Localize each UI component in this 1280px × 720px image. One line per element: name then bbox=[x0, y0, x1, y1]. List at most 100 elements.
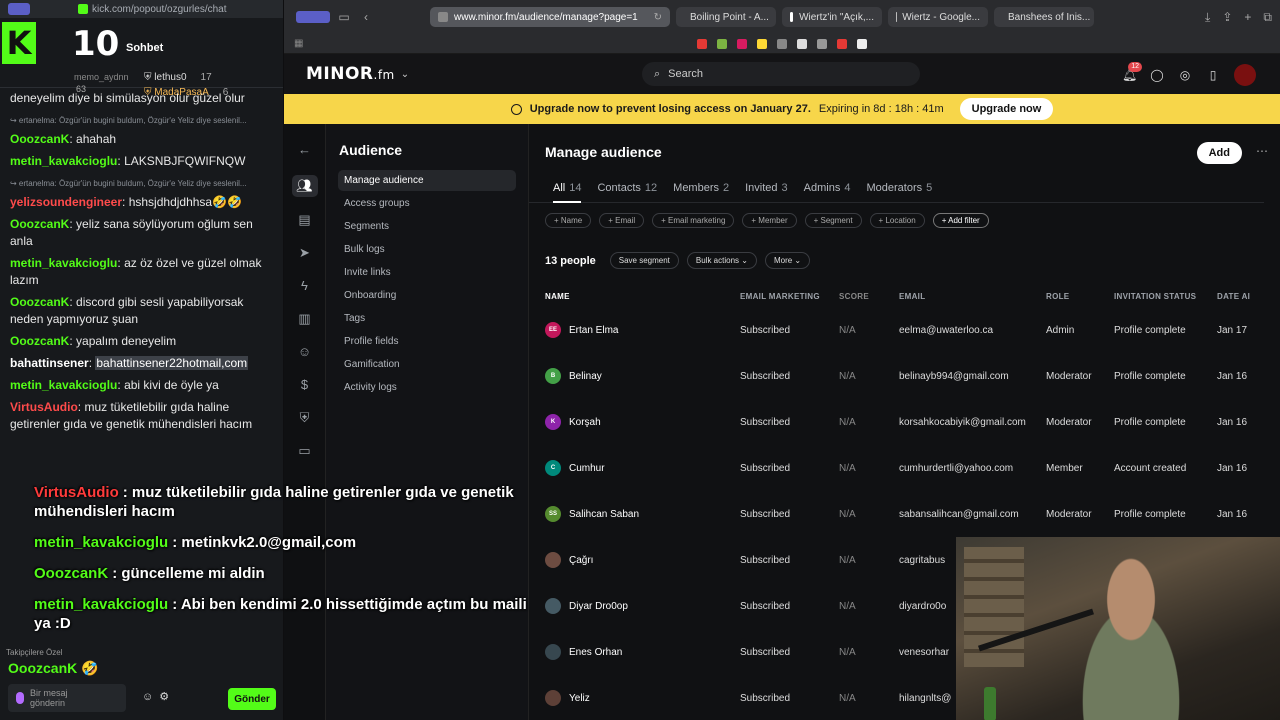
bolt-icon[interactable]: ϟ bbox=[297, 278, 313, 296]
tab-moderators[interactable]: Moderators 5 bbox=[866, 182, 932, 194]
bookmark-icon[interactable] bbox=[797, 38, 807, 49]
filter-chip[interactable]: + Add filter bbox=[932, 213, 989, 228]
person-name[interactable]: Çağrı bbox=[569, 555, 593, 566]
column-header[interactable]: SCORE bbox=[839, 292, 899, 301]
tab-active-url[interactable]: www.minor.fm/audience/manage?page=1 ↻ bbox=[430, 7, 670, 27]
add-button[interactable]: Add bbox=[1196, 142, 1242, 164]
subnav-item-invite-links[interactable]: Invite links bbox=[338, 262, 516, 283]
mic-icon[interactable] bbox=[16, 692, 24, 704]
tab-all[interactable]: All 14 bbox=[553, 182, 582, 203]
chat-username[interactable]: OoozcanK bbox=[10, 132, 69, 146]
person-name[interactable]: Cumhur bbox=[569, 463, 605, 474]
globe-icon[interactable] bbox=[777, 38, 787, 49]
tab-1[interactable]: Boiling Point - A... bbox=[676, 7, 776, 27]
save-segment-button[interactable]: Save segment bbox=[609, 252, 679, 269]
send-button[interactable]: Gönder bbox=[228, 688, 276, 710]
person-name[interactable]: Diyar Dro0op bbox=[569, 601, 628, 612]
column-header[interactable]: NAME bbox=[545, 292, 740, 301]
table-row[interactable]: SS Salihcan Saban Subscribed N/A sabansalihc… bbox=[545, 491, 1264, 537]
chat-username[interactable]: metin_kavakcioglu bbox=[10, 378, 117, 392]
filter-chip[interactable]: + Member bbox=[742, 213, 797, 228]
table-row[interactable]: EE Ertan Elma Subscribed N/A eelma@uwaterloo… bbox=[545, 307, 1264, 353]
table-row[interactable]: C Cumhur Subscribed N/A cumhurdertli@yahoo.c… bbox=[545, 445, 1264, 491]
dollar-icon[interactable]: $ bbox=[297, 377, 313, 395]
tab-3[interactable]: Wiertz - Google... bbox=[888, 7, 988, 27]
more-button[interactable]: More ⌄ bbox=[764, 252, 811, 269]
youtube-icon[interactable] bbox=[697, 38, 707, 49]
browser-actions[interactable]: ⤓ ⇪ + ⧉ bbox=[1205, 10, 1272, 25]
tab-contacts[interactable]: Contacts 12 bbox=[597, 182, 657, 194]
brand-logo[interactable]: MINOR.fm bbox=[306, 64, 395, 84]
tab-members[interactable]: Members 2 bbox=[673, 182, 729, 194]
message-icon[interactable]: ◎ bbox=[1178, 68, 1192, 82]
chat-username[interactable]: OoozcanK bbox=[10, 217, 69, 231]
back-icon[interactable]: ‹ bbox=[358, 10, 374, 24]
chat-input[interactable]: Bir mesaj gönderin bbox=[8, 684, 126, 712]
subnav-item-activity-logs[interactable]: Activity logs bbox=[338, 377, 516, 398]
new-tab-icon[interactable]: + bbox=[1244, 10, 1251, 25]
chat-icon[interactable]: ◯ bbox=[1150, 68, 1164, 82]
filter-chip[interactable]: + Email bbox=[599, 213, 645, 228]
subnav-item-onboarding[interactable]: Onboarding bbox=[338, 285, 516, 306]
chart-icon[interactable]: ▥ bbox=[297, 311, 313, 329]
subnav-item-gamification[interactable]: Gamification bbox=[338, 354, 516, 375]
chat-username[interactable]: metin_kavakcioglu bbox=[10, 256, 117, 270]
upgrade-now-button[interactable]: Upgrade now bbox=[959, 98, 1054, 120]
tab-invited[interactable]: Invited 3 bbox=[745, 182, 788, 194]
chat-username[interactable]: bahattinsener bbox=[10, 356, 89, 370]
shield-icon[interactable]: ⛨ bbox=[297, 410, 313, 428]
column-header[interactable]: ROLE bbox=[1046, 292, 1114, 301]
subnav-item-bulk-logs[interactable]: Bulk logs bbox=[338, 239, 516, 260]
column-header[interactable]: EMAIL bbox=[899, 292, 1046, 301]
bookmark-icon[interactable] bbox=[717, 38, 727, 49]
person-name[interactable]: Salihcan Saban bbox=[569, 509, 639, 520]
instagram-icon[interactable] bbox=[737, 38, 747, 49]
filter-chip[interactable]: + Name bbox=[545, 213, 592, 228]
column-header[interactable]: DATE AI bbox=[1217, 292, 1257, 301]
tabs-icon[interactable]: ⧉ bbox=[1263, 10, 1272, 25]
chevron-down-icon[interactable]: ⌄ bbox=[401, 69, 409, 80]
person-name[interactable]: Enes Orhan bbox=[569, 647, 622, 658]
avatar[interactable] bbox=[1234, 64, 1256, 86]
bulk-actions-button[interactable]: Bulk actions ⌄ bbox=[686, 252, 757, 269]
bell-icon[interactable]: 🔔︎ 12 bbox=[1122, 62, 1142, 82]
chat-username[interactable]: OoozcanK bbox=[10, 334, 69, 348]
send-icon[interactable]: ➤ bbox=[297, 245, 313, 263]
kick-url[interactable]: kick.com/popout/ozgurles/chat bbox=[78, 4, 227, 15]
bot-icon[interactable]: ☺ bbox=[297, 344, 313, 362]
person-name[interactable]: Ertan Elma bbox=[569, 325, 618, 336]
reload-icon[interactable]: ↻ bbox=[654, 12, 662, 23]
audience-icon[interactable]: 👥︎ bbox=[291, 175, 318, 197]
chat-username[interactable]: metin_kavakcioglu bbox=[10, 154, 117, 168]
bookmark-icon[interactable] bbox=[837, 38, 847, 49]
sidebar-icon[interactable] bbox=[296, 11, 330, 23]
tab-4[interactable]: Banshees of Inis... bbox=[994, 7, 1094, 27]
column-header[interactable]: INVITATION STATUS bbox=[1114, 292, 1217, 301]
chat-tools[interactable]: ☺⚙ bbox=[142, 690, 175, 703]
download-icon[interactable]: ⤓ bbox=[1205, 10, 1210, 25]
filter-chip[interactable]: + Segment bbox=[804, 213, 862, 228]
document-icon[interactable]: ▤ bbox=[297, 212, 313, 230]
table-row[interactable]: K Korşah Subscribed N/A korsahkocabiyik@gmai… bbox=[545, 399, 1264, 445]
filter-chip[interactable]: + Email marketing bbox=[652, 213, 735, 228]
tab-2[interactable]: Wiertz'in "Açık,... bbox=[782, 7, 882, 27]
globe-icon[interactable] bbox=[817, 38, 827, 49]
table-row[interactable]: B Belinay Subscribed N/A belinayb994@gmail.c… bbox=[545, 353, 1264, 399]
layout-icon[interactable]: ▭ bbox=[336, 10, 352, 24]
subnav-item-access-groups[interactable]: Access groups bbox=[338, 193, 516, 214]
bookmark-icon[interactable]: ▯ bbox=[1206, 68, 1220, 82]
card-icon[interactable]: ▭ bbox=[297, 443, 313, 461]
person-name[interactable]: Belinay bbox=[569, 371, 602, 382]
person-name[interactable]: Yeliz bbox=[569, 693, 590, 704]
column-header[interactable]: EMAIL MARKETING bbox=[740, 292, 839, 301]
chat-username[interactable]: yelizsoundengineer bbox=[10, 195, 122, 209]
filter-chip[interactable]: + Location bbox=[869, 213, 925, 228]
subnav-item-profile-fields[interactable]: Profile fields bbox=[338, 331, 516, 352]
share-icon[interactable]: ⇪ bbox=[1222, 10, 1232, 25]
grid-icon[interactable]: ▦ bbox=[294, 38, 303, 49]
chat-username[interactable]: OoozcanK bbox=[10, 295, 69, 309]
person-name[interactable]: Korşah bbox=[569, 417, 601, 428]
search-input[interactable]: ⌕ Search bbox=[642, 62, 920, 86]
bookmark-icon[interactable] bbox=[857, 38, 867, 49]
sidebar-toggle-icon[interactable] bbox=[8, 3, 30, 15]
